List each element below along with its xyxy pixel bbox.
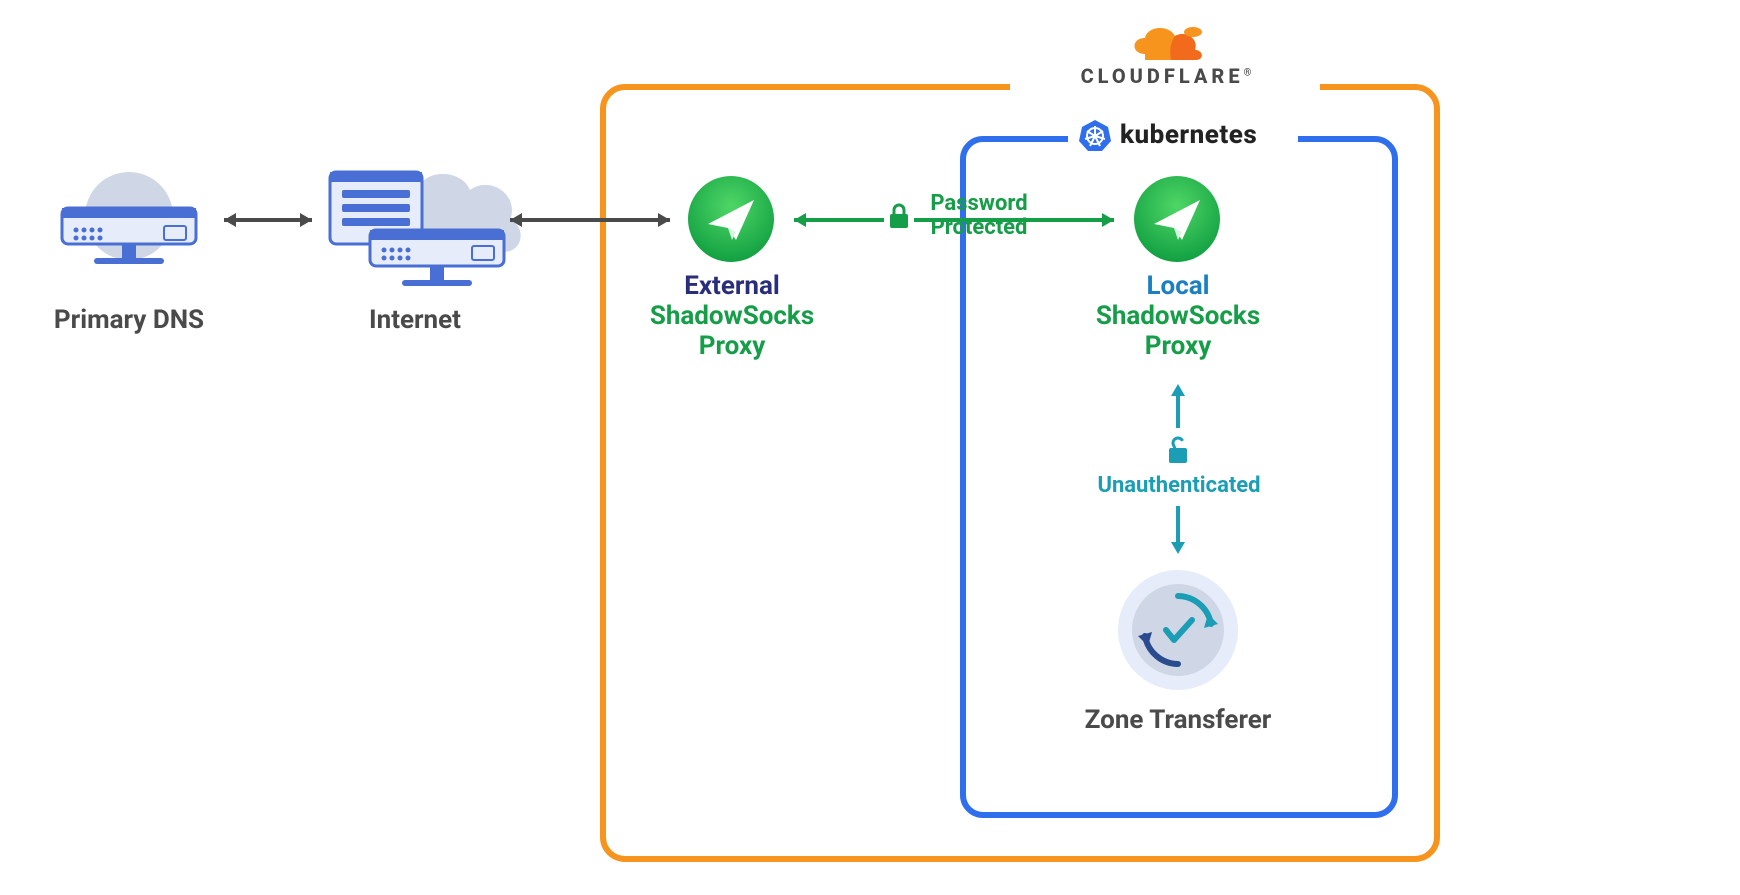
- primary-dns-node: [44, 168, 214, 308]
- kubernetes-wheel-icon: [1078, 118, 1112, 152]
- arrow-dns-internet: [212, 208, 324, 232]
- internet-node: [300, 150, 530, 310]
- primary-dns-label: Primary DNS: [44, 306, 214, 336]
- server-icon: [44, 168, 214, 288]
- paper-plane-icon: [1134, 176, 1220, 262]
- arrow-local-zone-top: [1166, 376, 1190, 432]
- zone-transferer-label: Zone Transferer: [1060, 706, 1296, 736]
- paper-plane-icon: [688, 176, 774, 262]
- unauthenticated-label: Unauthenticated: [1086, 474, 1272, 498]
- external-proxy-node: [688, 176, 774, 262]
- kubernetes-label: kubernetes: [1120, 120, 1257, 150]
- cloudflare-logo: CLOUDFLARE®: [1028, 20, 1308, 90]
- cloudflare-cloud-icon: [1125, 20, 1211, 64]
- external-proxy-label: External ShadowSocks Proxy: [632, 272, 832, 362]
- lock-icon: [884, 198, 914, 234]
- unlock-icon: [1162, 432, 1194, 468]
- internet-label: Internet: [300, 306, 530, 336]
- arrow-internet-external: [498, 208, 682, 232]
- local-proxy-label: Local ShadowSocks Proxy: [1078, 272, 1278, 362]
- local-proxy-node: [1134, 176, 1220, 262]
- sync-check-icon: [1114, 566, 1242, 694]
- arrow-local-zone-bottom: [1166, 502, 1190, 562]
- kubernetes-logo: kubernetes: [1078, 115, 1298, 155]
- cloudflare-label: CLOUDFLARE®: [1081, 64, 1256, 88]
- internet-servers-icon: [300, 150, 530, 310]
- password-protected-label: Password Protected: [914, 192, 1044, 240]
- zone-transferer-node: [1114, 566, 1242, 694]
